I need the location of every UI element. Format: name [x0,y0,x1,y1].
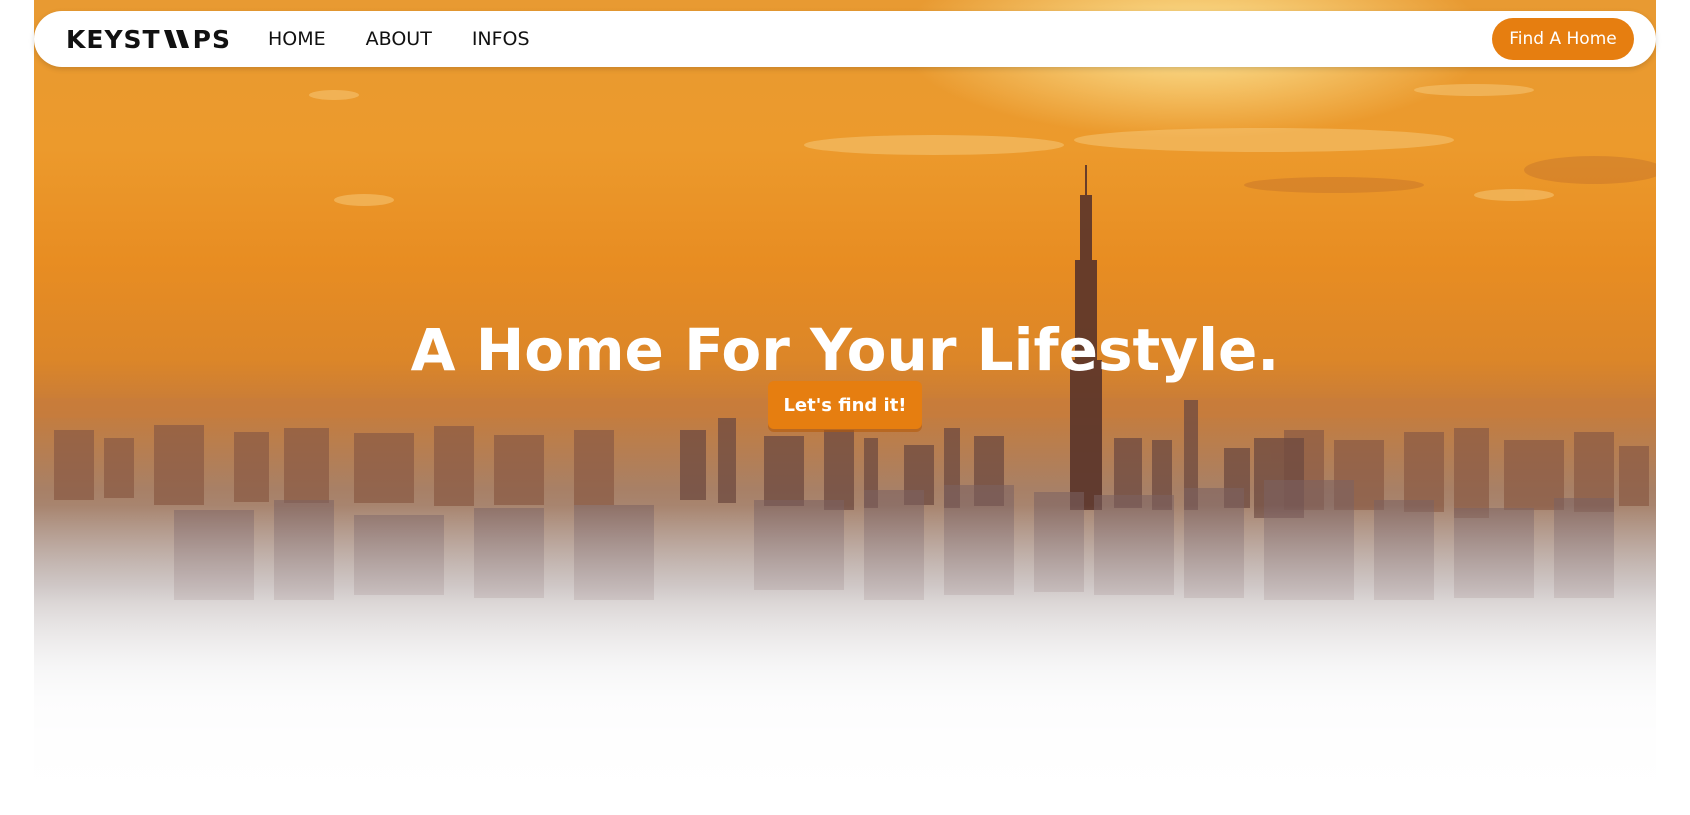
logo-text-left: KEYST [66,24,161,54]
logo-text-right: PS [192,24,231,54]
page: KEYST PS HOME ABOUT INFOS Find A Home A … [0,0,1690,815]
nav-link-infos[interactable]: INFOS [472,28,530,50]
nav-links: HOME ABOUT INFOS [268,11,530,67]
hero-headline: A Home For Your Lifestyle. [410,316,1280,384]
nav-link-home[interactable]: HOME [268,28,326,50]
brand-logo[interactable]: KEYST PS [66,23,231,55]
lets-find-it-button[interactable]: Let's find it! [768,381,922,429]
footsteps-icon [162,28,192,50]
top-navbar: KEYST PS HOME ABOUT INFOS Find A Home [34,11,1656,67]
find-a-home-button[interactable]: Find A Home [1492,18,1634,60]
nav-link-about[interactable]: ABOUT [366,28,432,50]
